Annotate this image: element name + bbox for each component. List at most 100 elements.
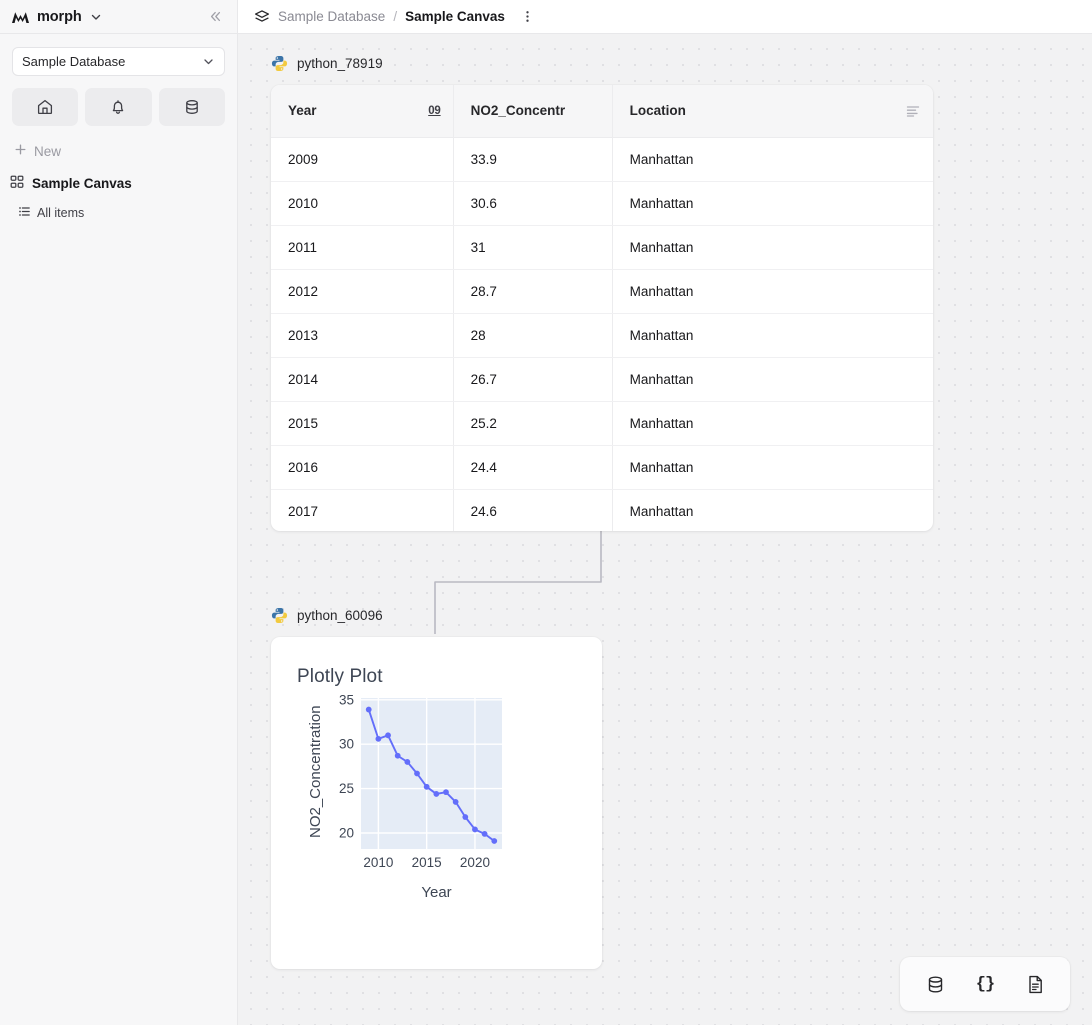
- braces-glyph: {}: [975, 974, 995, 994]
- plot-card[interactable]: Plotly Plot NO2_Concentration 20 25 30 35 20…: [271, 637, 602, 969]
- app-root: morph Sample Database New Sample Canvas …: [0, 0, 1092, 1025]
- sidebar-header: morph: [0, 0, 237, 34]
- cell-no2: 33.9: [453, 137, 613, 182]
- table-row[interactable]: 2014 26.7 Manhattan: [271, 357, 933, 402]
- y-axis-label: NO2_Concentration: [307, 705, 324, 838]
- table-row[interactable]: 2011 31 Manhattan: [271, 225, 933, 270]
- text-align-icon: [905, 103, 921, 119]
- table-col-location[interactable]: Location: [612, 85, 933, 138]
- canvas-viewport[interactable]: python_78919 Year 09 NO2_Concentr Locati…: [238, 34, 1092, 1025]
- cell-year: 2014: [271, 357, 454, 402]
- table-row[interactable]: 2012 28.7 Manhattan: [271, 269, 933, 314]
- data-point[interactable]: [481, 831, 488, 837]
- table-card[interactable]: Year 09 NO2_Concentr Location 2009 33.9 …: [271, 85, 933, 531]
- x-tick-label: 2015: [412, 855, 442, 870]
- cell-year: 2016: [271, 445, 454, 490]
- cell-no2: 24.6: [453, 489, 613, 531]
- cell-year: 2015: [271, 401, 454, 446]
- cell-location: Manhattan: [612, 181, 933, 226]
- data-point[interactable]: [433, 791, 440, 797]
- data-point[interactable]: [394, 752, 401, 759]
- sidebar: morph Sample Database New Sample Canvas …: [0, 0, 238, 1025]
- dots-vertical-icon[interactable]: [519, 8, 537, 26]
- table-col-year[interactable]: Year 09: [271, 85, 454, 138]
- document-icon[interactable]: [1018, 967, 1052, 1001]
- canvas-tool-dock: {}: [900, 957, 1070, 1011]
- topbar: Sample Database / Sample Canvas: [238, 0, 1092, 34]
- table-row[interactable]: 2013 28 Manhattan: [271, 313, 933, 358]
- chevron-down-icon[interactable]: [89, 10, 103, 24]
- sidebar-icon-row: [12, 88, 225, 126]
- data-point[interactable]: [404, 759, 411, 765]
- python-logo-icon: [271, 607, 288, 624]
- table-row[interactable]: 2015 25.2 Manhattan: [271, 401, 933, 446]
- x-tick-label: 2020: [460, 855, 490, 870]
- list-icon: [18, 205, 31, 221]
- data-point[interactable]: [365, 706, 372, 713]
- y-tick-label: 20: [339, 826, 354, 841]
- sidebar-item-sample-canvas[interactable]: Sample Canvas: [10, 175, 237, 192]
- new-button[interactable]: New: [14, 143, 237, 159]
- database-select[interactable]: Sample Database: [12, 47, 225, 76]
- database-icon[interactable]: [918, 967, 952, 1001]
- breadcrumb-separator: /: [393, 9, 398, 24]
- cell-year: 2012: [271, 269, 454, 314]
- table-row[interactable]: 2016 24.4 Manhattan: [271, 445, 933, 490]
- cell-location: Manhattan: [612, 489, 933, 531]
- cell-location: Manhattan: [612, 313, 933, 358]
- cell-year: 2010: [271, 181, 454, 226]
- data-point[interactable]: [472, 826, 478, 833]
- y-tick-label: 25: [339, 781, 354, 796]
- data-point[interactable]: [423, 783, 430, 790]
- plot-background: [361, 698, 502, 849]
- data-point[interactable]: [452, 799, 459, 805]
- cell-no2: 26.7: [453, 357, 613, 402]
- data-point[interactable]: [414, 770, 420, 777]
- chevrons-left-icon[interactable]: [205, 7, 225, 27]
- breadcrumb-database[interactable]: Sample Database: [278, 9, 385, 24]
- node-label-text: python_60096: [297, 608, 383, 623]
- new-label: New: [34, 143, 62, 159]
- cell-location: Manhattan: [612, 225, 933, 270]
- cell-year: 2011: [271, 225, 454, 270]
- python-logo-icon: [271, 55, 288, 72]
- json-braces-icon[interactable]: {}: [968, 967, 1002, 1001]
- data-point[interactable]: [443, 789, 449, 796]
- cell-location: Manhattan: [612, 445, 933, 490]
- plus-icon: [14, 143, 27, 159]
- cell-location: Manhattan: [612, 137, 933, 182]
- home-icon[interactable]: [12, 88, 79, 126]
- table-header-row: Year 09 NO2_Concentr Location: [271, 85, 933, 138]
- grid-icon: [10, 175, 24, 192]
- cell-location: Manhattan: [612, 357, 933, 402]
- table-row[interactable]: 2009 33.9 Manhattan: [271, 137, 933, 182]
- table-row[interactable]: 2017 24.6 Manhattan: [271, 489, 933, 531]
- cell-no2: 24.4: [453, 445, 613, 490]
- database-select-value: Sample Database: [22, 54, 126, 69]
- data-point[interactable]: [375, 735, 382, 742]
- main-area: Sample Database / Sample Canvas python_7: [238, 0, 1092, 1025]
- brand-name: morph: [37, 8, 82, 25]
- cell-location: Manhattan: [612, 269, 933, 314]
- node-label-text: python_78919: [297, 56, 383, 71]
- sidebar-item-label: Sample Canvas: [32, 176, 132, 191]
- table-col-no2[interactable]: NO2_Concentr: [453, 85, 613, 138]
- cell-no2: 28.7: [453, 269, 613, 314]
- breadcrumb-canvas[interactable]: Sample Canvas: [405, 9, 505, 24]
- table-row[interactable]: 2010 30.6 Manhattan: [271, 181, 933, 226]
- data-point[interactable]: [462, 814, 469, 820]
- cell-year: 2009: [271, 137, 454, 182]
- data-point[interactable]: [491, 838, 498, 844]
- node-label-plot[interactable]: python_60096: [271, 607, 383, 624]
- node-label-table[interactable]: python_78919: [271, 55, 383, 72]
- plot-title: Plotly Plot: [297, 666, 383, 687]
- cell-no2: 25.2: [453, 401, 613, 446]
- table-scroll[interactable]: Year 09 NO2_Concentr Location 2009 33.9 …: [271, 85, 933, 531]
- y-tick-label: 30: [339, 737, 354, 752]
- database-icon[interactable]: [158, 88, 225, 126]
- plotly-figure[interactable]: NO2_Concentration 20 25 30 35 2010 2015 2020 Y…: [271, 688, 602, 918]
- bell-icon[interactable]: [85, 88, 152, 126]
- data-point[interactable]: [385, 732, 391, 739]
- sidebar-item-all-items[interactable]: All items: [18, 205, 237, 221]
- x-axis-label: Year: [421, 884, 452, 901]
